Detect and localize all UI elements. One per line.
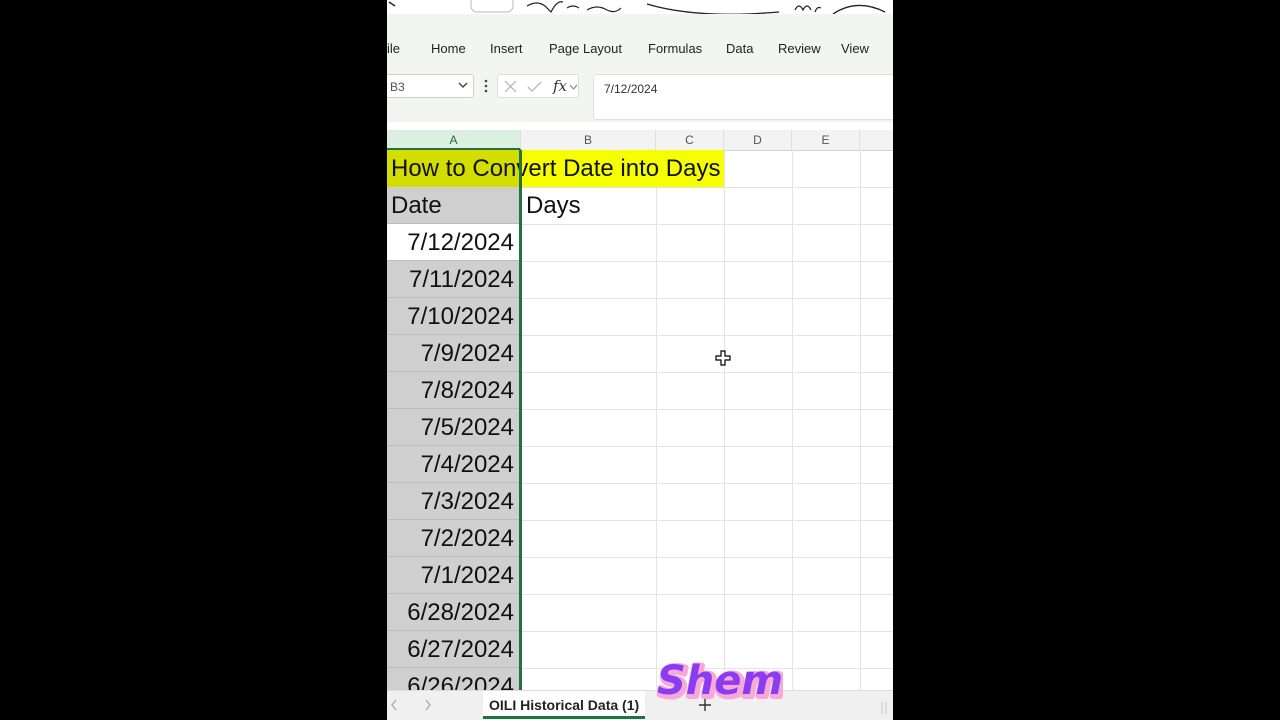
sheet-title[interactable]: How to Convert Date into Days	[391, 150, 720, 187]
gridline	[656, 150, 657, 690]
date-cell[interactable]: 7/3/2024	[387, 483, 520, 520]
formula-input[interactable]: 7/12/2024	[593, 74, 893, 120]
tab-data[interactable]: Data	[726, 41, 753, 56]
gridline	[860, 150, 861, 690]
spreadsheet-app: File Home Insert Page Layout Formulas Da…	[387, 0, 893, 720]
header-days-cell[interactable]: Days	[526, 187, 581, 224]
prev-sheet-icon[interactable]	[389, 698, 399, 712]
chevron-down-icon[interactable]	[569, 83, 578, 91]
date-cell[interactable]: 7/12/2024	[387, 224, 520, 261]
shem-logo: Shem Shem	[656, 657, 783, 708]
date-cell[interactable]: 6/28/2024	[387, 594, 520, 631]
name-box[interactable]: B3	[387, 74, 474, 98]
name-box-value: B3	[390, 80, 405, 94]
column-header-e[interactable]: E	[792, 130, 860, 150]
cancel-icon[interactable]	[504, 80, 517, 93]
ribbon-tabs: File Home Insert Page Layout Formulas Da…	[387, 14, 893, 67]
chevron-down-icon[interactable]	[457, 78, 469, 92]
header-date-cell[interactable]: Date	[387, 187, 520, 224]
svg-text:Shem: Shem	[657, 658, 783, 704]
cells-area[interactable]: How to Convert Date into Days Date Days …	[387, 150, 893, 690]
sheet-tab-active[interactable]: OILI Historical Data (1)	[483, 691, 646, 719]
column-selection-border	[519, 150, 522, 690]
tab-page-layout[interactable]: Page Layout	[549, 41, 622, 56]
tab-view[interactable]: View	[841, 41, 869, 56]
handwriting-overlay	[387, 0, 893, 14]
date-cell[interactable]: 7/4/2024	[387, 446, 520, 483]
formula-value: 7/12/2024	[604, 82, 658, 96]
insert-function-icon[interactable]: fx	[553, 77, 567, 95]
date-cell[interactable]: 7/11/2024	[387, 261, 520, 298]
sheet-tabs-bar: OILI Historical Data (1)	[387, 690, 893, 720]
enter-check-icon[interactable]	[527, 80, 542, 93]
resize-handle-icon[interactable]	[881, 701, 887, 715]
tab-home[interactable]: Home	[431, 41, 466, 56]
worksheet-grid: A B C D E How to Convert Date into Days …	[387, 122, 893, 690]
column-header-d[interactable]: D	[724, 130, 792, 150]
date-cell[interactable]: 6/26/2024	[387, 668, 520, 690]
tab-insert[interactable]: Insert	[490, 41, 523, 56]
gridline	[792, 150, 793, 690]
tab-formulas[interactable]: Formulas	[648, 41, 702, 56]
formula-buttons: fx	[497, 74, 579, 98]
date-cell[interactable]: 6/27/2024	[387, 631, 520, 668]
date-cell[interactable]: 7/1/2024	[387, 557, 520, 594]
column-header-f[interactable]	[860, 130, 893, 150]
tab-review[interactable]: Review	[778, 41, 821, 56]
column-header-a[interactable]: A	[387, 130, 521, 150]
date-cell[interactable]: 7/8/2024	[387, 372, 520, 409]
date-cell[interactable]: 7/10/2024	[387, 298, 520, 335]
gridline	[724, 150, 725, 690]
formula-bar: B3 fx 7/12/2024	[387, 66, 893, 123]
date-cell[interactable]: 7/5/2024	[387, 409, 520, 446]
date-cell[interactable]: 7/9/2024	[387, 335, 520, 372]
date-cell[interactable]: 7/2/2024	[387, 520, 520, 557]
next-sheet-icon[interactable]	[423, 698, 433, 712]
cell-cursor-icon	[715, 350, 731, 366]
column-header-b[interactable]: B	[521, 130, 656, 150]
column-header-c[interactable]: C	[656, 130, 724, 150]
tab-file[interactable]: File	[387, 41, 400, 56]
more-options-icon[interactable]	[481, 78, 491, 94]
column-headers: A B C D E	[387, 130, 893, 151]
